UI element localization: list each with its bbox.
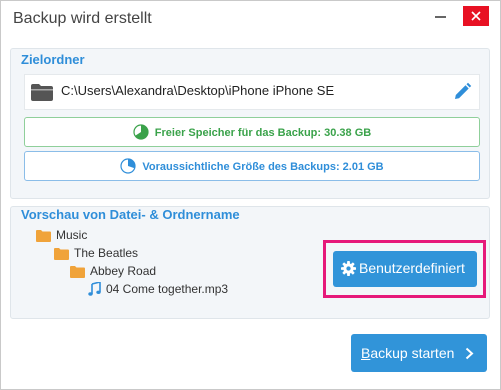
start-backup-label: Backup starten [361,345,455,361]
destination-title: Zielordner [21,52,85,67]
title-bar: Backup wird erstellt [1,1,500,41]
folder-icon [31,84,53,101]
close-icon [471,11,481,21]
music-note-icon [88,280,101,296]
gear-icon [341,261,356,276]
pie-chart-icon [120,158,136,174]
window-title: Backup wird erstellt [13,10,152,27]
free-space-box: Freier Speicher für das Backup: 30.38 GB [24,117,480,147]
destination-path-field[interactable]: C:\Users\Alexandra\Desktop\iPhone iPhone… [24,74,480,110]
pie-chart-icon [133,124,149,140]
custom-button[interactable]: Benutzerdefiniert [333,251,477,287]
folder-icon [70,266,85,278]
estimated-size-box: Voraussichtliche Größe des Backups: 2.01… [24,151,480,181]
tree-item-the-beatles: The Beatles [54,246,138,260]
close-button[interactable] [463,6,489,26]
tree-item-music: Music [36,228,87,242]
custom-button-label: Benutzerdefiniert [359,260,465,276]
start-backup-button[interactable]: Backup starten [351,334,487,372]
tree-item-song: 04 Come together.mp3 [88,280,228,296]
edit-pencil-icon[interactable] [452,82,472,102]
preview-title: Vorschau von Datei- & Ordnername [21,207,240,222]
chevron-right-icon [465,347,474,360]
destination-path: C:\Users\Alexandra\Desktop\iPhone iPhone… [61,83,335,98]
estimated-size-label: Voraussichtliche Größe des Backups: 2.01… [142,161,384,173]
minimize-icon[interactable] [435,7,447,19]
folder-icon [54,248,69,260]
free-space-label: Freier Speicher für das Backup: 30.38 GB [154,127,372,139]
tree-item-abbey-road: Abbey Road [70,264,156,278]
folder-icon [36,230,51,242]
